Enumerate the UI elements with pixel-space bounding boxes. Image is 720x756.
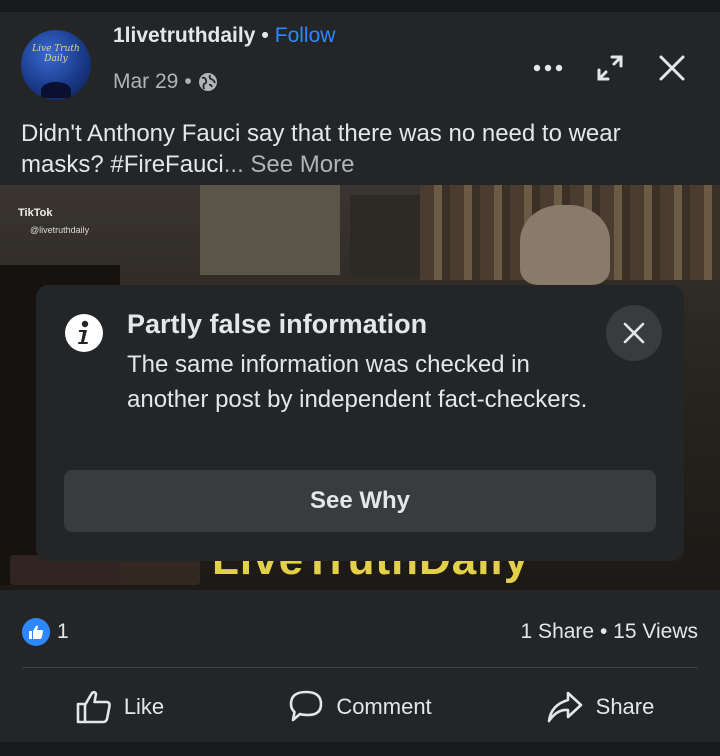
bottom-separator	[0, 742, 720, 756]
globe-icon	[198, 73, 217, 91]
close-icon	[623, 322, 645, 344]
tiktok-username: @livetruthdaily	[30, 225, 90, 235]
post-header: 1livetruthdaily • Follow	[113, 24, 335, 48]
like-label: Like	[123, 694, 165, 719]
share-label: Share	[595, 694, 655, 719]
post-stats: 1 1 Share • 15 Views	[0, 608, 720, 658]
avatar-logo-text: Live Truth Daily	[32, 44, 80, 64]
tiktok-logo: TikTok	[18, 207, 53, 219]
expand-icon	[597, 55, 623, 81]
share-view-stats: 1 Share • 15 Views	[521, 620, 698, 644]
post-date[interactable]: Mar 29	[113, 70, 178, 94]
video-background	[350, 195, 420, 275]
meta-separator: •	[184, 70, 192, 93]
share-icon	[547, 691, 582, 723]
see-more-link[interactable]: ... See More	[224, 151, 355, 178]
post-top-actions	[528, 48, 692, 88]
like-count[interactable]: 1	[57, 620, 69, 644]
close-icon	[659, 55, 685, 81]
follow-button[interactable]: Follow	[275, 24, 336, 47]
see-why-button[interactable]: See Why	[64, 470, 656, 532]
post-text: Didn't Anthony Fauci say that there was …	[21, 118, 701, 180]
comment-button[interactable]: Comment	[240, 680, 480, 734]
more-options-button[interactable]	[528, 48, 568, 88]
stats-divider	[22, 667, 698, 668]
video-background	[200, 185, 340, 275]
stats-separator: •	[599, 620, 608, 643]
fact-check-overlay: Partly false information The same inform…	[36, 285, 684, 561]
post-actions: Like Comment Share	[0, 680, 720, 734]
comment-label: Comment	[336, 694, 432, 719]
header-separator: •	[261, 24, 269, 47]
close-post-button[interactable]	[652, 48, 692, 88]
share-button[interactable]: Share	[480, 680, 720, 734]
author-name[interactable]: 1livetruthdaily	[113, 24, 255, 47]
share-count[interactable]: 1 Share	[521, 620, 595, 643]
fact-check-close-button[interactable]	[606, 305, 662, 361]
avatar[interactable]: Live Truth Daily	[21, 30, 91, 100]
like-button[interactable]: Like	[0, 680, 240, 734]
view-count: 15 Views	[613, 620, 698, 643]
thumbs-up-icon	[29, 625, 44, 639]
video-person	[520, 205, 610, 285]
expand-button[interactable]	[590, 48, 630, 88]
like-icon	[76, 690, 111, 724]
more-horizontal-icon	[533, 64, 563, 72]
info-icon	[65, 314, 103, 352]
post-meta: Mar 29 •	[113, 70, 218, 94]
fact-check-body: The same information was checked in anot…	[127, 351, 588, 413]
comment-icon	[290, 690, 323, 722]
fact-check-title: Partly false information	[127, 309, 428, 339]
avatar-silhouette	[41, 82, 71, 98]
like-reaction-badge[interactable]	[22, 618, 50, 646]
